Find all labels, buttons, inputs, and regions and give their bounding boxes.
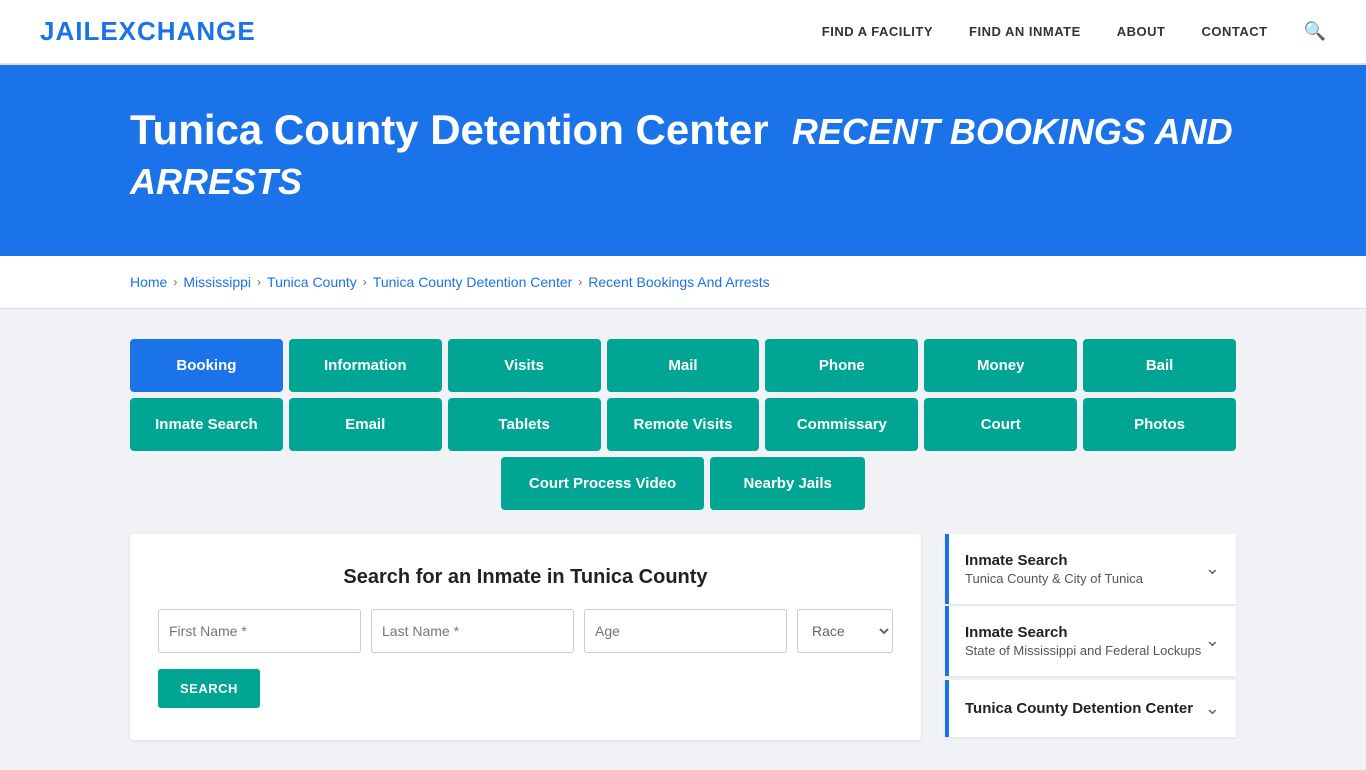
search-fields: Race White Black Hispanic Asian Other bbox=[158, 609, 893, 653]
chevron-down-icon-1: ⌄ bbox=[1205, 558, 1220, 579]
sidebar-item-title-2: Inmate Search bbox=[965, 624, 1201, 641]
btn-mail[interactable]: Mail bbox=[607, 339, 760, 392]
btn-bail[interactable]: Bail bbox=[1083, 339, 1236, 392]
btn-money[interactable]: Money bbox=[924, 339, 1077, 392]
breadcrumb-home[interactable]: Home bbox=[130, 274, 167, 290]
button-grid-row2: Inmate Search Email Tablets Remote Visit… bbox=[130, 398, 1236, 451]
breadcrumb: Home › Mississippi › Tunica County › Tun… bbox=[130, 274, 1236, 290]
page-title: Tunica County Detention Center RECENT BO… bbox=[130, 105, 1236, 206]
hero-section: Tunica County Detention Center RECENT BO… bbox=[0, 65, 1366, 256]
button-grid-row3: Court Process Video Nearby Jails bbox=[130, 457, 1236, 510]
chevron-down-icon-2: ⌄ bbox=[1205, 630, 1220, 651]
btn-tablets[interactable]: Tablets bbox=[448, 398, 601, 451]
last-name-input[interactable] bbox=[371, 609, 574, 653]
search-button[interactable]: SEARCH bbox=[158, 669, 260, 708]
logo[interactable]: JAILEXCHANGE bbox=[40, 16, 256, 47]
breadcrumb-bar: Home › Mississippi › Tunica County › Tun… bbox=[0, 256, 1366, 309]
breadcrumb-current: Recent Bookings And Arrests bbox=[588, 274, 769, 290]
nav-search-icon[interactable]: 🔍 bbox=[1304, 21, 1326, 42]
sidebar-item-title-1: Inmate Search bbox=[965, 552, 1143, 569]
btn-inmate-search[interactable]: Inmate Search bbox=[130, 398, 283, 451]
btn-nearby-jails[interactable]: Nearby Jails bbox=[710, 457, 865, 510]
btn-court[interactable]: Court bbox=[924, 398, 1077, 451]
btn-remote-visits[interactable]: Remote Visits bbox=[607, 398, 760, 451]
btn-email[interactable]: Email bbox=[289, 398, 442, 451]
sidebar-item-subtitle-2: State of Mississippi and Federal Lockups bbox=[965, 643, 1201, 658]
navbar: JAILEXCHANGE FIND A FACILITY FIND AN INM… bbox=[0, 0, 1366, 65]
sidebar-item-subtitle-1: Tunica County & City of Tunica bbox=[965, 571, 1143, 586]
main-content: Booking Information Visits Mail Phone Mo… bbox=[0, 309, 1366, 770]
logo-part2: EXCHANGE bbox=[100, 16, 255, 46]
nav-links: FIND A FACILITY FIND AN INMATE ABOUT CON… bbox=[822, 21, 1326, 42]
btn-commissary[interactable]: Commissary bbox=[765, 398, 918, 451]
btn-phone[interactable]: Phone bbox=[765, 339, 918, 392]
first-name-input[interactable] bbox=[158, 609, 361, 653]
age-input[interactable] bbox=[584, 609, 787, 653]
search-title: Search for an Inmate in Tunica County bbox=[158, 566, 893, 589]
btn-booking[interactable]: Booking bbox=[130, 339, 283, 392]
chevron-down-icon-3: ⌄ bbox=[1205, 698, 1220, 719]
sidebar-item-title-3: Tunica County Detention Center bbox=[965, 700, 1193, 717]
btn-information[interactable]: Information bbox=[289, 339, 442, 392]
nav-item-contact[interactable]: CONTACT bbox=[1201, 23, 1267, 41]
sidebar-item-detention-center[interactable]: Tunica County Detention Center ⌄ bbox=[945, 680, 1236, 737]
btn-court-process-video[interactable]: Court Process Video bbox=[501, 457, 704, 510]
breadcrumb-tunica-county[interactable]: Tunica County bbox=[267, 274, 357, 290]
race-select[interactable]: Race White Black Hispanic Asian Other bbox=[797, 609, 893, 653]
nav-item-find-inmate[interactable]: FIND AN INMATE bbox=[969, 23, 1081, 41]
btn-photos[interactable]: Photos bbox=[1083, 398, 1236, 451]
breadcrumb-detention-center[interactable]: Tunica County Detention Center bbox=[373, 274, 572, 290]
button-grid-row1: Booking Information Visits Mail Phone Mo… bbox=[130, 339, 1236, 392]
sidebar: Inmate Search Tunica County & City of Tu… bbox=[945, 534, 1236, 737]
nav-item-find-facility[interactable]: FIND A FACILITY bbox=[822, 23, 933, 41]
breadcrumb-mississippi[interactable]: Mississippi bbox=[183, 274, 251, 290]
btn-visits[interactable]: Visits bbox=[448, 339, 601, 392]
logo-part1: JAIL bbox=[40, 16, 100, 46]
search-box: Search for an Inmate in Tunica County Ra… bbox=[130, 534, 921, 740]
sidebar-item-inmate-search-ms[interactable]: Inmate Search State of Mississippi and F… bbox=[945, 606, 1236, 676]
nav-item-about[interactable]: ABOUT bbox=[1117, 23, 1166, 41]
sidebar-item-inmate-search-tunica[interactable]: Inmate Search Tunica County & City of Tu… bbox=[945, 534, 1236, 604]
lower-section: Search for an Inmate in Tunica County Ra… bbox=[130, 534, 1236, 740]
